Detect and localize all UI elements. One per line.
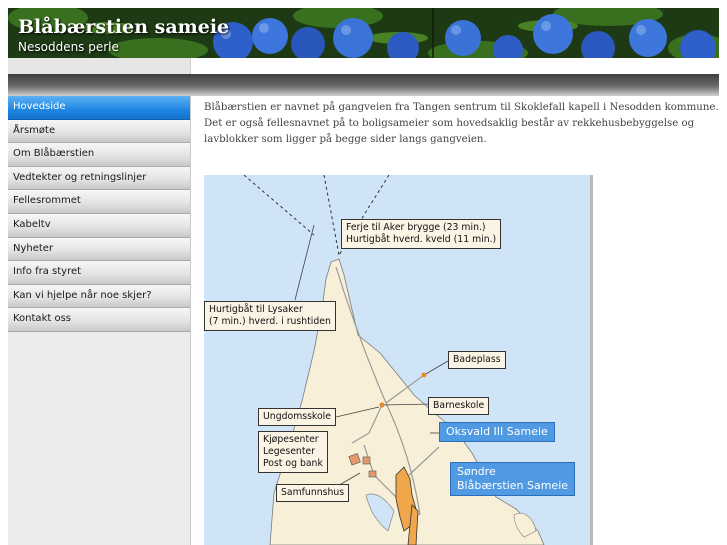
nav-item-om-blabaerstien[interactable]: Om Blåbærstien bbox=[8, 143, 190, 167]
nav-item-nyheter[interactable]: Nyheter bbox=[8, 237, 190, 262]
nav-item-vedtekter[interactable]: Vedtekter og retningslinjer bbox=[8, 166, 190, 191]
map-label-lysaker-line2: (7 min.) hverd. i rushtiden bbox=[209, 316, 331, 327]
map-label-ferry-line2: Hurtigbåt hverd. kveld (11 min.) bbox=[346, 234, 497, 245]
nav-item-kan-vi-hjelpe[interactable]: Kan vi hjelpe når noe skjer? bbox=[8, 284, 190, 309]
map-label-kjopesenter-line1: Kjøpesenter bbox=[263, 434, 319, 445]
sidebar-top-bar bbox=[8, 74, 191, 96]
map-label-ferry-line1: Ferje til Aker brygge (23 min.) bbox=[346, 222, 486, 233]
map-label-kjopesenter-line3: Post og bank bbox=[263, 458, 323, 469]
nav-item-hovedside[interactable]: Hovedside bbox=[8, 96, 190, 120]
map-label-ferry: Ferje til Aker brygge (23 min.) Hurtigbå… bbox=[341, 219, 502, 249]
map-label-sondre: Søndre Blåbærstien Sameie bbox=[450, 462, 576, 496]
nav-item-fellesrommet[interactable]: Fellesrommet bbox=[8, 190, 190, 214]
site-header: Blåbærstien sameie Nesoddens perle bbox=[8, 8, 719, 58]
nav-item-kontakt-oss[interactable]: Kontakt oss bbox=[8, 308, 190, 332]
map-label-sondre-line2: Blåbærstien Sameie bbox=[457, 479, 569, 492]
map-label-kjopesenter: Kjøpesenter Legesenter Post og bank bbox=[258, 431, 328, 473]
map-label-lysaker: Hurtigbåt til Lysaker (7 min.) hverd. i … bbox=[204, 301, 336, 331]
map-label-sondre-line1: Søndre bbox=[457, 465, 496, 478]
map-label-kjopesenter-line2: Legesenter bbox=[263, 446, 315, 457]
map-label-oksvald: Oksvald III Sameie bbox=[439, 422, 555, 442]
map-label-badeplass: Badeplass bbox=[448, 351, 506, 369]
nav-item-kabeltv[interactable]: Kabeltv bbox=[8, 213, 190, 238]
map-label-ungdomsskole: Ungdomsskole bbox=[258, 408, 336, 426]
site-subtitle: Nesoddens perle bbox=[18, 40, 119, 54]
area-map: Ferje til Aker brygge (23 min.) Hurtigbå… bbox=[204, 175, 593, 545]
map-label-lysaker-line1: Hurtigbåt til Lysaker bbox=[209, 304, 303, 315]
map-label-samfunnshus: Samfunnshus bbox=[276, 484, 350, 502]
nav-item-info-fra-styret[interactable]: Info fra styret bbox=[8, 261, 190, 285]
nav-item-arsmote[interactable]: Årsmøte bbox=[8, 119, 190, 144]
main-content: Blåbærstien er navnet på gangveien fra T… bbox=[204, 100, 719, 147]
intro-paragraph: Blåbærstien er navnet på gangveien fra T… bbox=[204, 102, 719, 145]
site-title[interactable]: Blåbærstien sameie bbox=[18, 16, 229, 38]
header-strip bbox=[8, 58, 191, 74]
content-top-bar bbox=[191, 74, 719, 96]
sidebar-nav: Hovedside Årsmøte Om Blåbærstien Vedtekt… bbox=[8, 96, 191, 545]
map-label-barneskole: Barneskole bbox=[428, 397, 490, 415]
